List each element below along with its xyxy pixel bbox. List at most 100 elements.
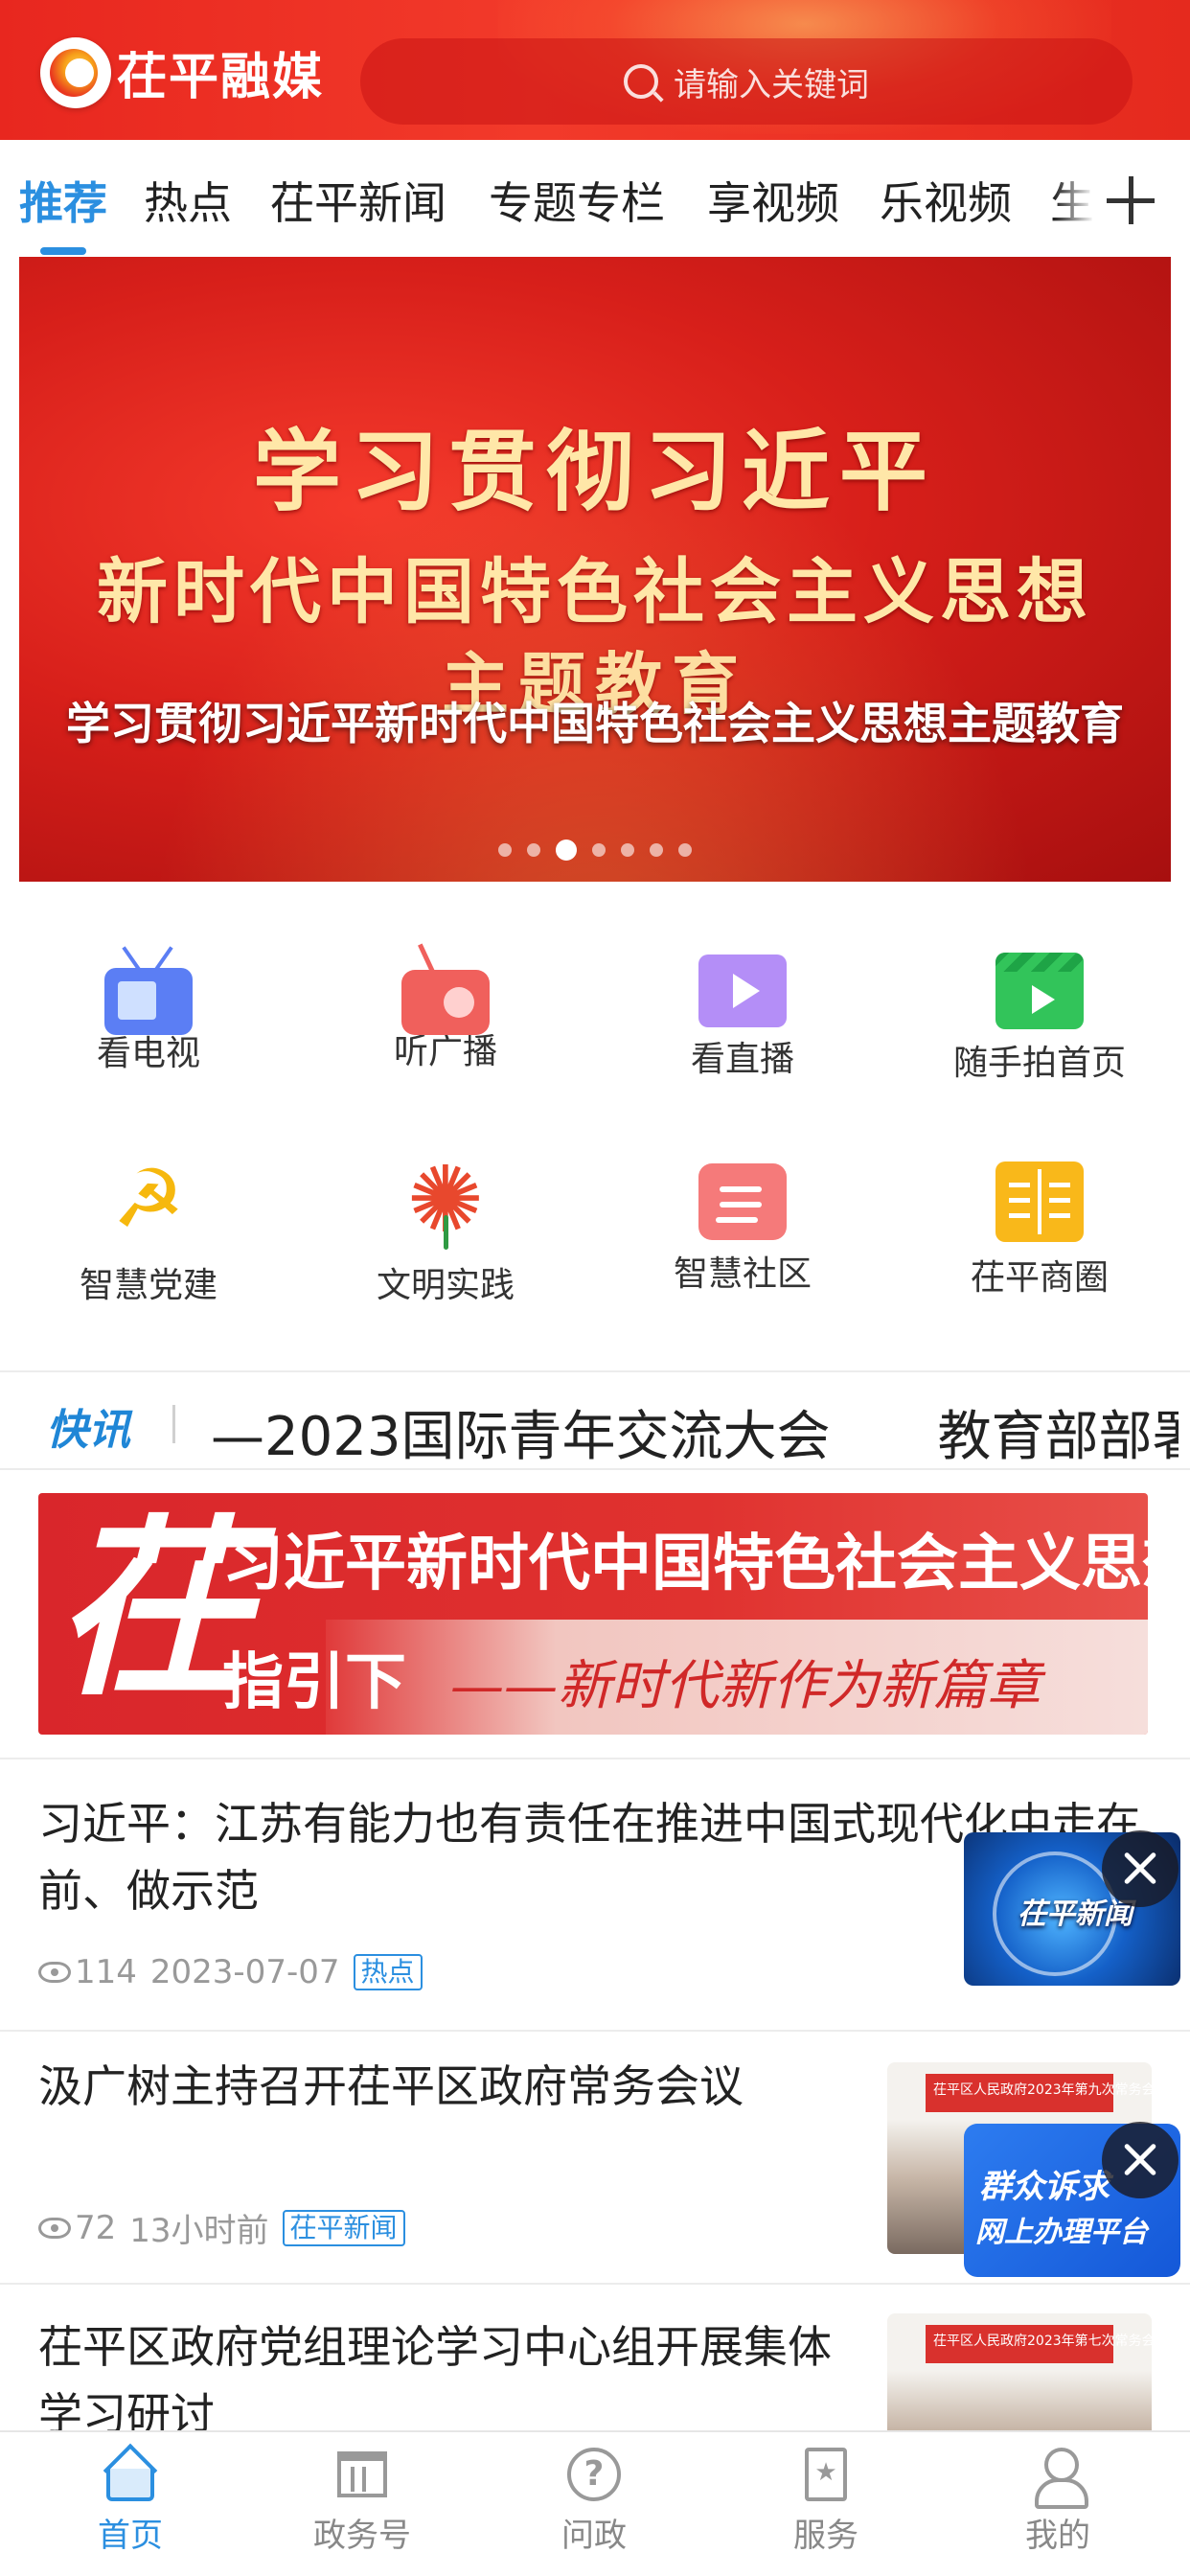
snap-clapper-icon [995, 953, 1084, 1029]
news-time: 2023-07-07 [149, 1953, 340, 1991]
thumbnail-text: 茌平区人民政府2023年第九次常务会议 [933, 2082, 1152, 2098]
promo-banner[interactable]: 茌 习近平新时代中国特色社会主义思想 指引下 ——新时代新作为新篇章 [38, 1493, 1148, 1735]
nav-ask-gov[interactable]: ? 问政 [517, 2446, 671, 2556]
news-meta: 72 13小时前 茌平新闻 [38, 2204, 405, 2251]
nav-gov-accounts[interactable]: 政务号 [286, 2446, 439, 2556]
tv-icon [104, 968, 193, 1035]
community-doc-icon [698, 1163, 787, 1240]
carousel-dot[interactable] [678, 843, 692, 857]
app-name: 茌平融媒 [117, 49, 325, 106]
thumbnail-text: 茌平区人民政府2023年第七次常务会议 [933, 2334, 1152, 2349]
nav-services[interactable]: ★ 服务 [749, 2446, 903, 2556]
civilization-flower-icon [401, 1146, 490, 1254]
business-book-icon [995, 1162, 1084, 1242]
shortcut-label: 看直播 [690, 1040, 794, 1079]
party-emblem-icon [104, 1152, 193, 1246]
shortcut-smart-community[interactable]: 智慧社区 [594, 1156, 891, 1296]
nav-home[interactable]: 首页 [54, 2443, 207, 2556]
banner-caption: 学习贯彻习近平新时代中国特色社会主义思想主题教育 [66, 698, 1124, 749]
views-eye-icon [38, 1962, 71, 1983]
promo-line2: 指引下 [222, 1647, 406, 1718]
shortcut-smart-party[interactable]: 智慧党建 [0, 1152, 297, 1307]
carousel-dot[interactable] [592, 843, 606, 857]
news-title: 茌平区政府党组理论学习中心组开展集体学习研讨 [38, 2321, 832, 2430]
news-item[interactable]: 茌平区政府党组理论学习中心组开展集体学习研讨 茌平区人民政府2023年第七次常务… [0, 2285, 1190, 2430]
shortcut-label: 智慧社区 [673, 1254, 812, 1294]
banner-art-line2: 新时代中国特色社会主义思想 [97, 551, 1093, 633]
news-thumbnail[interactable]: 茌平区人民政府2023年第七次常务会议 [887, 2313, 1152, 2430]
shortcut-label: 随手拍首页 [952, 1044, 1126, 1083]
question-icon: ? [565, 2446, 623, 2503]
divider [0, 1468, 1190, 1470]
bottom-nav: 首页 政务号 ? 问政 ★ 服务 我的 [0, 2430, 1190, 2576]
search-bar[interactable]: 请输入关键词 [360, 38, 1133, 125]
shortcut-label: 智慧党建 [79, 1266, 217, 1305]
shortcut-business[interactable]: 茌平商圈 [891, 1156, 1188, 1300]
news-tag: 热点 [353, 1954, 423, 1990]
nav-label: 政务号 [313, 2517, 411, 2555]
tab-hot[interactable]: 热点 [144, 169, 232, 232]
shortcut-civilization[interactable]: 文明实践 [297, 1146, 594, 1307]
news-title: 汲广树主持召开茌平区政府常务会议 [38, 2060, 744, 2112]
nav-me[interactable]: 我的 [981, 2446, 1134, 2556]
ticker-divider [172, 1405, 175, 1443]
tab-enjoy-video[interactable]: 享视频 [707, 169, 839, 232]
news-views: 72 [75, 2208, 117, 2247]
star-bookmark-icon: ★ [797, 2446, 855, 2503]
category-tabs: 推荐 热点 茌平新闻 专题专栏 享视频 乐视频 生 [0, 140, 1190, 255]
service-line2: 网上办理平台 [975, 2216, 1148, 2249]
promo-line1: 习近平新时代中国特色社会主义思想 [222, 1529, 1148, 1599]
news-ticker[interactable]: 快讯 —2023国际青年交流大会 教育部部署 [0, 1376, 1190, 1468]
tab-chiping-news[interactable]: 茌平新闻 [270, 169, 446, 232]
service-line1: 群众诉求 [979, 2168, 1110, 2206]
logo-icon [40, 36, 111, 108]
active-tab-indicator [40, 247, 86, 255]
shortcut-watch-live[interactable]: 看直播 [594, 945, 891, 1081]
home-icon [102, 2443, 159, 2503]
carousel-dot[interactable] [498, 843, 512, 857]
live-video-icon [698, 954, 787, 1027]
nav-label: 服务 [793, 2517, 858, 2555]
close-icon[interactable] [1102, 1830, 1179, 1907]
news-time: 13小时前 [129, 2212, 269, 2250]
app-header: 茌平融媒 请输入关键词 [0, 0, 1190, 140]
news-views: 114 [75, 1953, 137, 1991]
ticker-window: —2023国际青年交流大会 教育部部署 [211, 1376, 1179, 1468]
carousel-dot[interactable] [556, 840, 577, 861]
views-eye-icon [38, 2217, 71, 2239]
search-placeholder: 请输入关键词 [674, 65, 869, 104]
user-icon [1029, 2446, 1088, 2509]
search-icon [624, 64, 658, 99]
carousel-dot[interactable] [650, 843, 663, 857]
nav-label: 问政 [561, 2517, 627, 2555]
close-icon[interactable] [1102, 2122, 1179, 2198]
add-channel-icon[interactable] [1107, 176, 1155, 224]
nav-label: 我的 [1025, 2517, 1090, 2555]
tabs-fade [1054, 140, 1111, 255]
divider [0, 1370, 1190, 1372]
shortcut-grid: 看电视 听广播 看直播 随手拍首页 智慧党建 文明实践 智慧社区 茌平商圈 [0, 916, 1190, 1367]
tab-special-topics[interactable]: 专题专栏 [489, 169, 665, 232]
carousel-dot[interactable] [527, 843, 540, 857]
nav-label: 首页 [98, 2517, 163, 2555]
shortcut-label: 茌平商圈 [970, 1258, 1109, 1298]
news-tag: 茌平新闻 [282, 2209, 405, 2246]
promo-big-char: 茌 [56, 1497, 248, 1722]
hero-banner[interactable]: 学习贯彻习近平 新时代中国特色社会主义思想 主题教育 学习贯彻习近平新时代中国特… [19, 257, 1171, 882]
tab-recommend[interactable]: 推荐 [19, 169, 107, 232]
ticker-text: —2023国际青年交流大会 教育部部署 [211, 1406, 1179, 1468]
carousel-dots [19, 840, 1171, 861]
banner-art-line1: 学习贯彻习近平 [252, 420, 937, 523]
carousel-dot[interactable] [621, 843, 634, 857]
government-building-icon [333, 2446, 391, 2503]
ticker-badge: 快讯 [46, 1406, 130, 1455]
shortcut-snapshot[interactable]: 随手拍首页 [891, 945, 1188, 1085]
radio-icon [401, 970, 490, 1035]
shortcut-listen-radio[interactable]: 听广播 [297, 945, 594, 1073]
promo-line3: ——新时代新作为新篇章 [450, 1655, 1041, 1717]
app-logo[interactable]: 茌平融媒 [40, 36, 324, 108]
shortcut-watch-tv[interactable]: 看电视 [0, 945, 297, 1075]
news-meta: 114 2023-07-07 热点 [38, 1953, 423, 1991]
shortcut-label: 文明实践 [376, 1266, 515, 1305]
tab-fun-video[interactable]: 乐视频 [880, 169, 1012, 232]
